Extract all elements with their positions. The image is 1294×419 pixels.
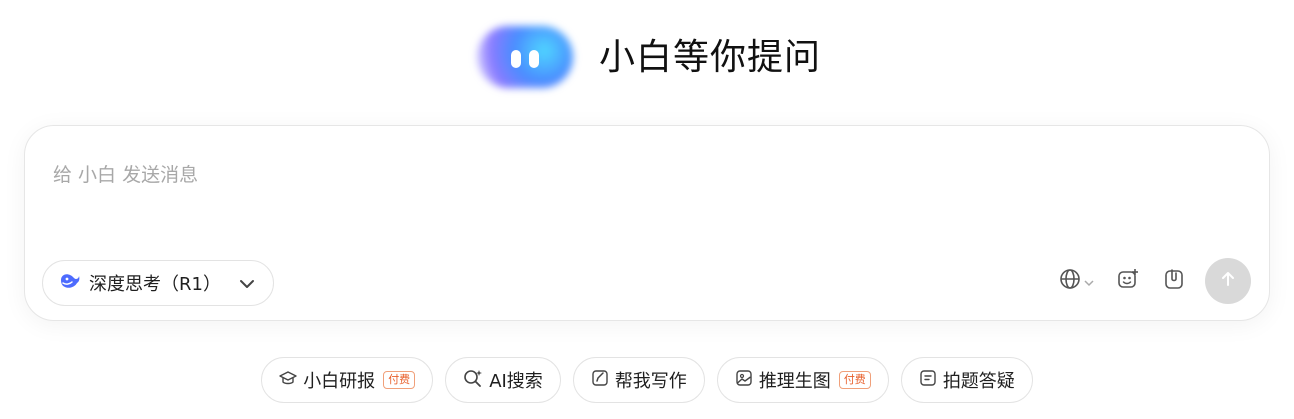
send-button[interactable] xyxy=(1205,258,1251,304)
message-composer: 深度思考（R1） xyxy=(24,125,1270,321)
chip-label: 小白研报 xyxy=(303,371,376,392)
message-input[interactable] xyxy=(53,160,1233,240)
graduation-cap-icon xyxy=(279,369,297,392)
image-upload-button[interactable] xyxy=(1105,258,1151,304)
deep-think-toggle[interactable]: 深度思考（R1） xyxy=(42,260,274,306)
page-title: 小白等你提问 xyxy=(598,37,821,78)
ai-search-icon xyxy=(463,369,483,392)
chip-label: AI搜索 xyxy=(489,371,543,392)
deep-think-label: 深度思考（R1） xyxy=(89,274,221,295)
smiling-blob-logo-icon xyxy=(473,20,577,88)
chevron-down-icon xyxy=(1083,272,1095,291)
chip-writing[interactable]: 帮我写作 xyxy=(572,357,705,403)
attach-icon xyxy=(1163,268,1185,294)
globe-icon xyxy=(1059,268,1081,294)
arrow-up-icon xyxy=(1219,270,1237,292)
chevron-down-icon xyxy=(239,273,255,294)
header: 小白等你提问 xyxy=(0,14,1294,94)
chip-research-report[interactable]: 小白研报 付费 xyxy=(261,357,434,403)
paid-badge: 付费 xyxy=(838,371,871,389)
chip-image-generation[interactable]: 推理生图 付费 xyxy=(716,357,889,403)
paid-badge: 付费 xyxy=(383,371,416,389)
edit-icon xyxy=(591,369,609,392)
chip-label: 推理生图 xyxy=(758,371,831,392)
composer-tools xyxy=(1049,258,1251,304)
image-icon xyxy=(735,369,753,392)
chip-label: 拍题答疑 xyxy=(942,371,1015,392)
web-search-toggle[interactable] xyxy=(1049,258,1105,304)
chip-photo-qa[interactable]: 拍题答疑 xyxy=(900,357,1033,403)
image-plus-icon xyxy=(1117,268,1139,294)
doc-icon xyxy=(919,369,937,392)
whale-icon xyxy=(59,271,81,296)
quick-actions: 小白研报 付费 AI搜索 帮我写作 推理生图 付费 拍题答疑 xyxy=(0,357,1294,403)
chip-ai-search[interactable]: AI搜索 xyxy=(445,357,561,403)
chip-label: 帮我写作 xyxy=(614,371,687,392)
attach-file-button[interactable] xyxy=(1151,258,1197,304)
